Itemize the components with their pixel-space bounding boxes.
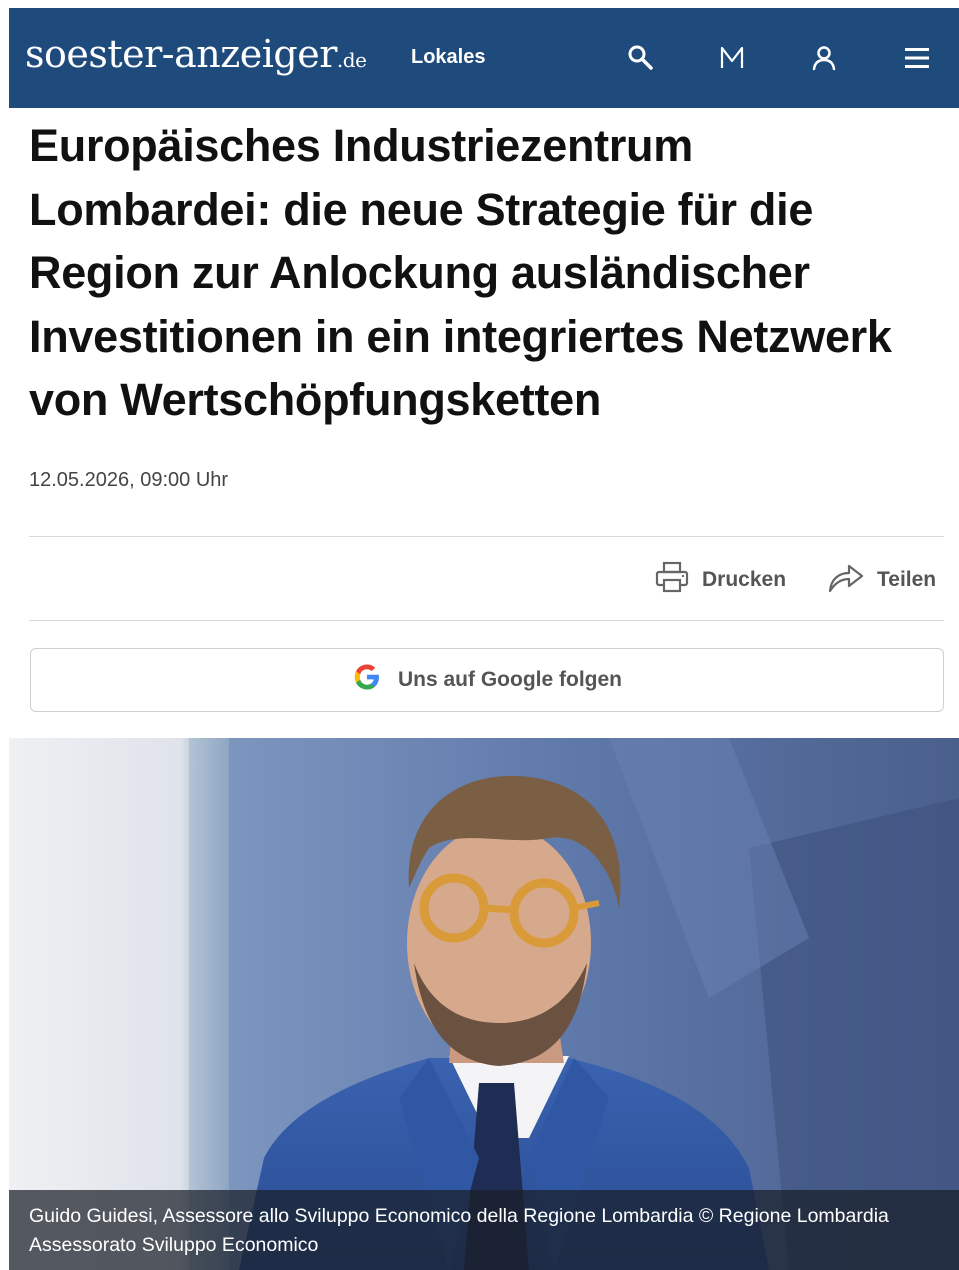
search-icon[interactable]: [623, 40, 659, 76]
print-button[interactable]: Drucken: [654, 560, 786, 600]
logo-tld: .de: [336, 48, 367, 72]
article-date: 12.05.2026, 09:00 Uhr: [29, 469, 229, 491]
nav-lokales[interactable]: Lokales: [411, 46, 485, 69]
photo-caption: Guido Guidesi, Assessore allo Sviluppo E…: [9, 1190, 959, 1270]
logo-name: soester-anzeiger: [25, 32, 337, 76]
site-header: soester-anzeiger.de Lokales: [9, 8, 959, 108]
user-icon[interactable]: [806, 40, 842, 76]
divider-bottom: [29, 620, 944, 621]
google-g-icon: [352, 662, 382, 698]
google-follow-label: Uns auf Google folgen: [398, 668, 622, 691]
share-arrow-icon: [827, 559, 865, 601]
merkliste-m-icon[interactable]: [714, 40, 750, 76]
share-label: Teilen: [877, 568, 937, 591]
site-logo[interactable]: soester-anzeiger.de: [25, 32, 367, 76]
menu-icon[interactable]: [899, 40, 935, 76]
share-button[interactable]: Teilen: [827, 560, 936, 600]
article-photo: Guido Guidesi, Assessore allo Sviluppo E…: [9, 738, 959, 1270]
print-label: Drucken: [702, 568, 787, 591]
article-title: Europäisches Industriezentrum Lombardei:…: [29, 120, 892, 425]
google-follow-button[interactable]: Uns auf Google folgen: [30, 648, 944, 712]
printer-icon: [654, 559, 690, 601]
divider-top: [29, 536, 944, 537]
